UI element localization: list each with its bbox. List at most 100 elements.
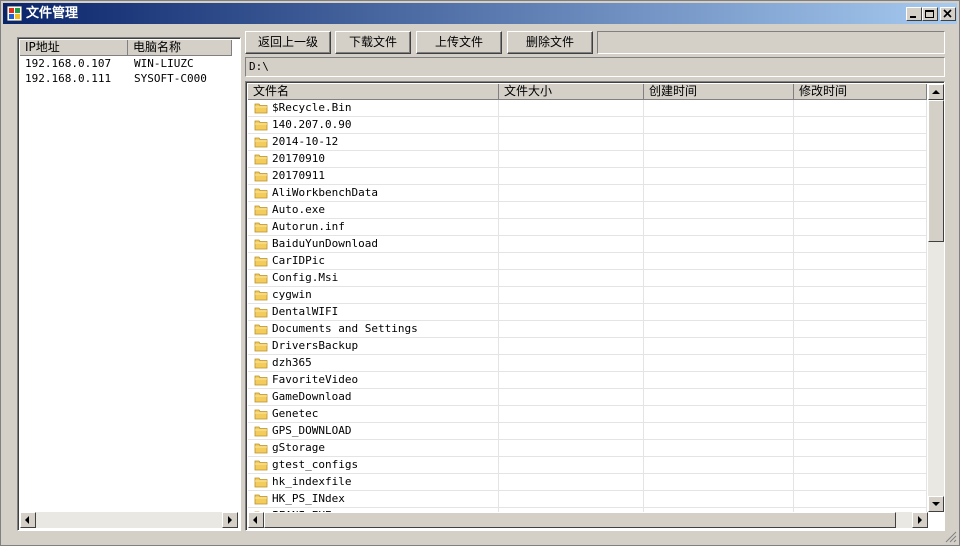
file-row[interactable]: 20170910 <box>248 151 927 168</box>
file-name: GPS_DOWNLOAD <box>272 424 352 437</box>
file-row[interactable]: $Recycle.Bin <box>248 100 927 117</box>
file-row[interactable]: HK_PS_INdex <box>248 491 927 508</box>
file-size-cell <box>499 372 644 388</box>
file-name-cell: Documents and Settings <box>248 321 499 337</box>
file-row[interactable]: dzh365 <box>248 355 927 372</box>
back-button[interactable]: 返回上一级 <box>245 31 331 54</box>
file-name: FavoriteVideo <box>272 373 359 386</box>
host-ip: 192.168.0.107 <box>25 57 112 70</box>
file-row[interactable]: BaiduYunDownload <box>248 236 927 253</box>
modified-time-cell <box>794 406 927 422</box>
file-name: cygwin <box>272 288 312 301</box>
scroll-left-button[interactable] <box>20 512 36 528</box>
file-row[interactable]: 2014-10-12 <box>248 134 927 151</box>
vertical-scroll-thumb[interactable] <box>928 100 944 242</box>
horizontal-scroll-thumb[interactable] <box>264 512 896 528</box>
scroll-down-button[interactable] <box>928 496 944 512</box>
scroll-right-button[interactable] <box>222 512 238 528</box>
file-row[interactable]: GPS_DOWNLOAD <box>248 423 927 440</box>
scroll-right-button[interactable] <box>912 512 928 528</box>
file-row[interactable]: gStorage <box>248 440 927 457</box>
file-row[interactable]: 140.207.0.90 <box>248 117 927 134</box>
file-row[interactable]: Auto.exe <box>248 202 927 219</box>
folder-icon <box>254 256 268 267</box>
file-manager-window: 文件管理 IP地址 电脑名称 192.168.0.107 WIN-LIUZC 1… <box>0 0 960 546</box>
file-size-cell <box>499 151 644 167</box>
file-row[interactable]: FavoriteVideo <box>248 372 927 389</box>
minimize-button[interactable] <box>906 7 922 21</box>
modified-time-cell <box>794 474 927 490</box>
host-row[interactable]: 192.168.0.107 WIN-LIUZC <box>20 56 238 71</box>
column-header-computer-name[interactable]: 电脑名称 <box>128 40 232 56</box>
file-name-cell: DriversBackup <box>248 338 499 354</box>
modified-time-cell <box>794 389 927 405</box>
file-row[interactable]: Genetec <box>248 406 927 423</box>
maximize-button[interactable] <box>922 7 938 21</box>
file-name: hk_indexfile <box>272 475 352 488</box>
upload-button[interactable]: 上传文件 <box>416 31 502 54</box>
modified-time-cell <box>794 287 927 303</box>
folder-icon <box>254 273 268 284</box>
scroll-up-button[interactable] <box>928 84 944 100</box>
created-time-cell <box>644 117 794 133</box>
file-size-cell <box>499 236 644 252</box>
hosts-list[interactable]: IP地址 电脑名称 192.168.0.107 WIN-LIUZC 192.16… <box>17 37 241 531</box>
file-name: DriversBackup <box>272 339 359 352</box>
file-row[interactable]: 20170911 <box>248 168 927 185</box>
file-size-cell <box>499 355 644 371</box>
column-header-file-size[interactable]: 文件大小 <box>499 84 644 100</box>
delete-button[interactable]: 删除文件 <box>507 31 593 54</box>
file-row[interactable]: AliWorkbenchData <box>248 185 927 202</box>
created-time-cell <box>644 253 794 269</box>
arrow-right-icon <box>918 516 922 524</box>
file-row[interactable]: CarIDPic <box>248 253 927 270</box>
files-horizontal-scrollbar[interactable] <box>248 512 928 528</box>
minimize-icon <box>910 16 916 18</box>
host-ip: 192.168.0.111 <box>25 72 112 85</box>
folder-icon <box>254 375 268 386</box>
file-row[interactable]: Documents and Settings <box>248 321 927 338</box>
file-size-cell <box>499 168 644 184</box>
close-button[interactable] <box>940 7 956 21</box>
file-row[interactable]: cygwin <box>248 287 927 304</box>
title-bar[interactable]: 文件管理 <box>3 3 957 24</box>
arrow-left-icon <box>25 516 29 524</box>
file-size-cell <box>499 389 644 405</box>
file-name-cell: FavoriteVideo <box>248 372 499 388</box>
file-size-cell <box>499 491 644 507</box>
created-time-cell <box>644 304 794 320</box>
file-row[interactable]: DentalWIFI <box>248 304 927 321</box>
file-name: Config.Msi <box>272 271 339 284</box>
resize-grip-icon[interactable] <box>943 529 957 543</box>
file-name: 20170911 <box>272 169 325 182</box>
folder-icon <box>254 426 268 437</box>
column-header-file-name[interactable]: 文件名 <box>248 84 499 100</box>
file-row[interactable]: GameDownload <box>248 389 927 406</box>
file-row[interactable]: DriversBackup <box>248 338 927 355</box>
file-row[interactable]: Autorun.inf <box>248 219 927 236</box>
folder-icon <box>254 154 268 165</box>
created-time-cell <box>644 270 794 286</box>
file-name: Documents and Settings <box>272 322 418 335</box>
app-icon <box>7 6 22 21</box>
file-size-cell <box>499 423 644 439</box>
modified-time-cell <box>794 491 927 507</box>
path-field[interactable]: D:\ <box>245 57 945 77</box>
modified-time-cell <box>794 168 927 184</box>
file-row[interactable]: Config.Msi <box>248 270 927 287</box>
file-size-cell <box>499 406 644 422</box>
file-name: gtest_configs <box>272 458 359 471</box>
column-header-created[interactable]: 创建时间 <box>644 84 794 100</box>
files-vertical-scrollbar[interactable] <box>928 84 944 512</box>
file-list[interactable]: 文件名 文件大小 创建时间 修改时间 $Recycle.Bin 140.207.0… <box>245 81 945 531</box>
created-time-cell <box>644 219 794 235</box>
download-button[interactable]: 下载文件 <box>335 31 411 54</box>
scroll-left-button[interactable] <box>248 512 264 528</box>
file-row[interactable]: hk_indexfile <box>248 474 927 491</box>
hosts-horizontal-scrollbar[interactable] <box>20 512 238 528</box>
file-row[interactable]: gtest_configs <box>248 457 927 474</box>
column-header-modified[interactable]: 修改时间 <box>794 84 927 100</box>
column-header-ip[interactable]: IP地址 <box>20 40 128 56</box>
host-row[interactable]: 192.168.0.111 SYSOFT-C000 <box>20 71 238 86</box>
modified-time-cell <box>794 253 927 269</box>
